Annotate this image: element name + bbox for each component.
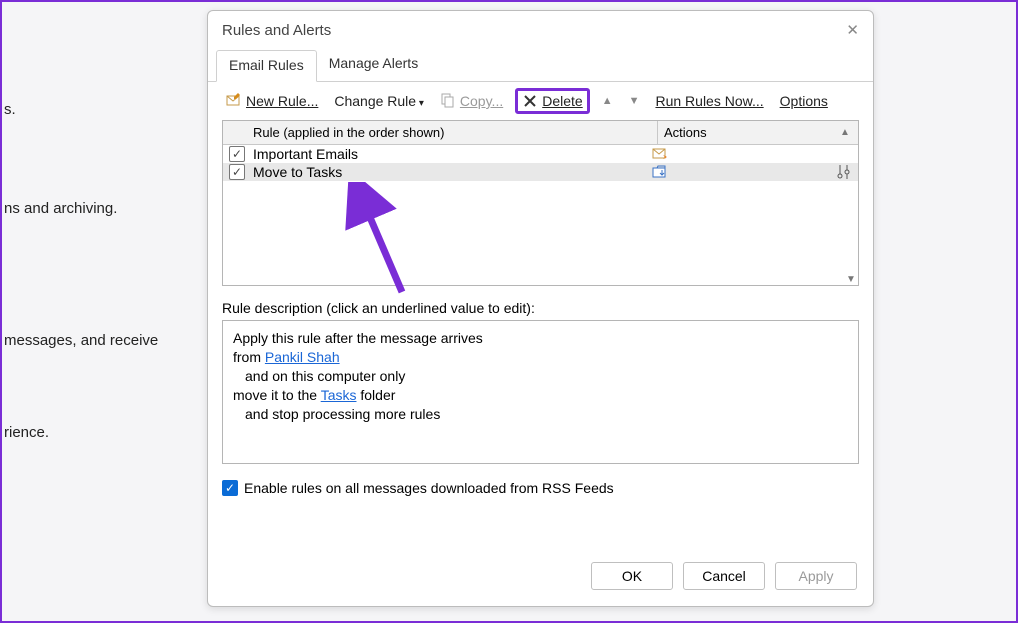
delete-button[interactable]: Delete (515, 88, 589, 114)
settings-tool-icon (836, 164, 852, 180)
rule-actions-cell (652, 164, 852, 180)
move-down-button[interactable]: ▼ (625, 93, 644, 109)
options-label: Options (780, 93, 828, 109)
desc-text: folder (356, 387, 395, 403)
scroll-up-icon[interactable]: ▲ (838, 127, 852, 138)
rule-description-box: Apply this rule after the message arrive… (222, 320, 859, 464)
ok-button[interactable]: OK (591, 562, 673, 590)
bg-text: s. (4, 101, 16, 118)
desc-link-folder[interactable]: Tasks (321, 387, 357, 403)
new-rule-label: New Rule... (246, 93, 318, 109)
dialog-title: Rules and Alerts (222, 22, 331, 39)
bg-text: ns and archiving. (4, 200, 117, 217)
close-icon[interactable]: ✕ (846, 21, 859, 39)
rule-actions-cell (652, 146, 852, 162)
change-rule-button[interactable]: Change Rule ▾ (330, 91, 428, 111)
desc-line: and on this computer only (233, 367, 848, 386)
copy-icon (440, 93, 456, 109)
titlebar: Rules and Alerts ✕ (208, 11, 873, 43)
desc-text: move it to the (233, 387, 321, 403)
tab-email-rules[interactable]: Email Rules (216, 50, 317, 82)
new-rule-button[interactable]: New Rule... (222, 91, 322, 111)
desc-line: move it to the Tasks folder (233, 386, 848, 405)
delete-label: Delete (542, 93, 582, 109)
copy-label: Copy... (460, 93, 503, 109)
toolbar: New Rule... Change Rule ▾ Copy... Delete… (208, 82, 873, 120)
move-folder-icon (652, 164, 668, 180)
bg-text: rience. (4, 424, 49, 441)
cancel-button[interactable]: Cancel (683, 562, 765, 590)
copy-button[interactable]: Copy... (436, 91, 507, 111)
run-rules-label: Run Rules Now... (655, 93, 763, 109)
desc-link-sender[interactable]: Pankil Shah (265, 349, 340, 365)
bg-text: messages, and receive (4, 332, 158, 349)
move-up-button[interactable]: ▲ (598, 93, 617, 109)
rss-enable-row[interactable]: ✓ Enable rules on all messages downloade… (222, 480, 859, 496)
desc-line: and stop processing more rules (233, 405, 848, 424)
rules-table-body: ✓ Important Emails ✓ Move to Tasks ▼ (223, 145, 858, 285)
rule-name: Important Emails (253, 146, 652, 162)
scroll-down-icon[interactable]: ▼ (844, 274, 858, 285)
delete-icon (522, 93, 538, 109)
rule-name: Move to Tasks (253, 164, 652, 180)
dialog-buttons: OK Cancel Apply (208, 550, 873, 606)
mail-flag-icon (652, 146, 668, 162)
tab-strip: Email Rules Manage Alerts (208, 49, 873, 82)
run-rules-now-button[interactable]: Run Rules Now... (651, 91, 767, 111)
rss-checkbox[interactable]: ✓ (222, 480, 238, 496)
desc-text: from (233, 349, 265, 365)
desc-line: Apply this rule after the message arrive… (233, 329, 848, 348)
col-actions-label: Actions (664, 125, 707, 140)
new-rule-icon (226, 93, 242, 109)
rss-label: Enable rules on all messages downloaded … (244, 480, 614, 496)
table-row[interactable]: ✓ Move to Tasks (223, 163, 858, 181)
col-rule[interactable]: Rule (applied in the order shown) (223, 121, 658, 144)
table-row[interactable]: ✓ Important Emails (223, 145, 858, 163)
tab-manage-alerts[interactable]: Manage Alerts (317, 49, 431, 81)
desc-line: from Pankil Shah (233, 348, 848, 367)
apply-button[interactable]: Apply (775, 562, 857, 590)
rule-checkbox[interactable]: ✓ (229, 164, 245, 180)
rules-table: Rule (applied in the order shown) Action… (222, 120, 859, 286)
rules-and-alerts-dialog: Rules and Alerts ✕ Email Rules Manage Al… (207, 10, 874, 607)
rules-table-header: Rule (applied in the order shown) Action… (223, 121, 858, 145)
col-actions[interactable]: Actions ▲ (658, 121, 858, 144)
rule-checkbox[interactable]: ✓ (229, 146, 245, 162)
rule-description-label: Rule description (click an underlined va… (222, 300, 859, 316)
change-rule-label: Change Rule ▾ (334, 93, 424, 109)
options-button[interactable]: Options (776, 91, 832, 111)
